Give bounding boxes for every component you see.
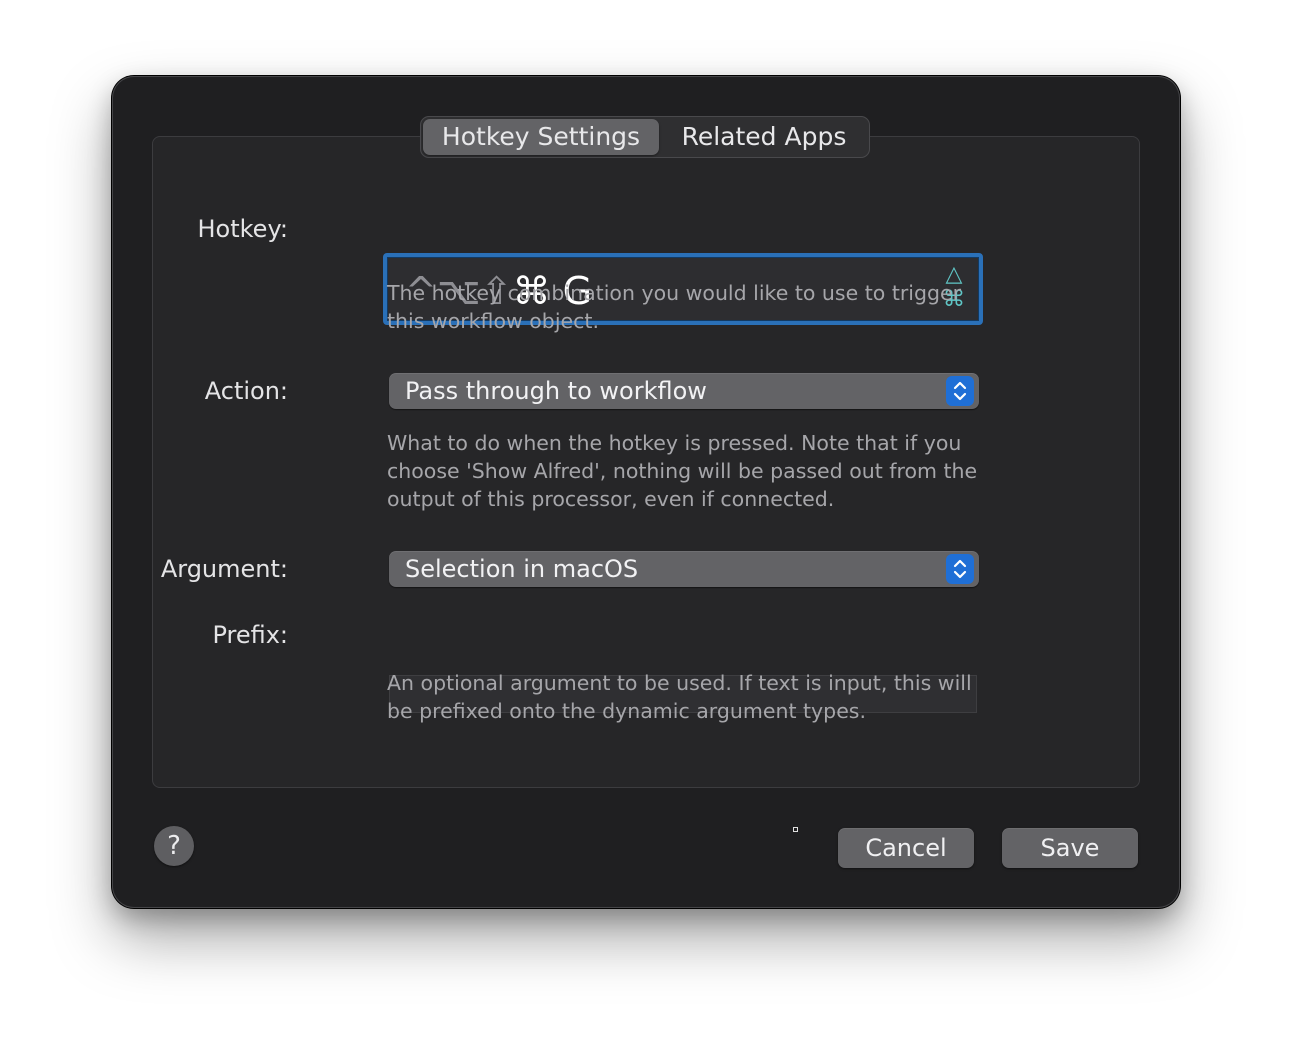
- action-help-text: What to do when the hotkey is pressed. N…: [387, 431, 978, 511]
- argument-popup[interactable]: Selection in macOS: [389, 551, 979, 587]
- hotkey-help-text: The hotkey combination you would like to…: [387, 281, 962, 333]
- action-popup[interactable]: Pass through to workflow: [389, 373, 979, 409]
- save-button[interactable]: Save: [1002, 828, 1138, 868]
- prefix-label: Prefix:: [212, 621, 288, 649]
- action-label: Action:: [204, 377, 288, 405]
- tab-hotkey-settings[interactable]: Hotkey Settings: [423, 119, 659, 155]
- hotkey-settings-dialog: Hotkey: ^⌥⇧⌘ G △ ⌘ The hotkey combinatio…: [112, 76, 1180, 908]
- argument-label: Argument:: [160, 555, 288, 583]
- tab-related-apps[interactable]: Related Apps: [661, 119, 867, 155]
- help-button[interactable]: ?: [154, 826, 194, 866]
- chevron-up-down-icon: [946, 554, 974, 584]
- prefix-help-text: An optional argument to be used. If text…: [387, 671, 972, 723]
- tab-bar: Hotkey Settings Related Apps: [420, 116, 870, 158]
- focus-marker: [793, 827, 798, 832]
- cancel-button[interactable]: Cancel: [838, 828, 974, 868]
- settings-panel: Hotkey: ^⌥⇧⌘ G △ ⌘ The hotkey combinatio…: [152, 136, 1140, 788]
- hotkey-label: Hotkey:: [197, 215, 289, 243]
- argument-popup-value: Selection in macOS: [405, 555, 639, 583]
- chevron-up-down-icon: [946, 376, 974, 406]
- action-popup-value: Pass through to workflow: [405, 377, 707, 405]
